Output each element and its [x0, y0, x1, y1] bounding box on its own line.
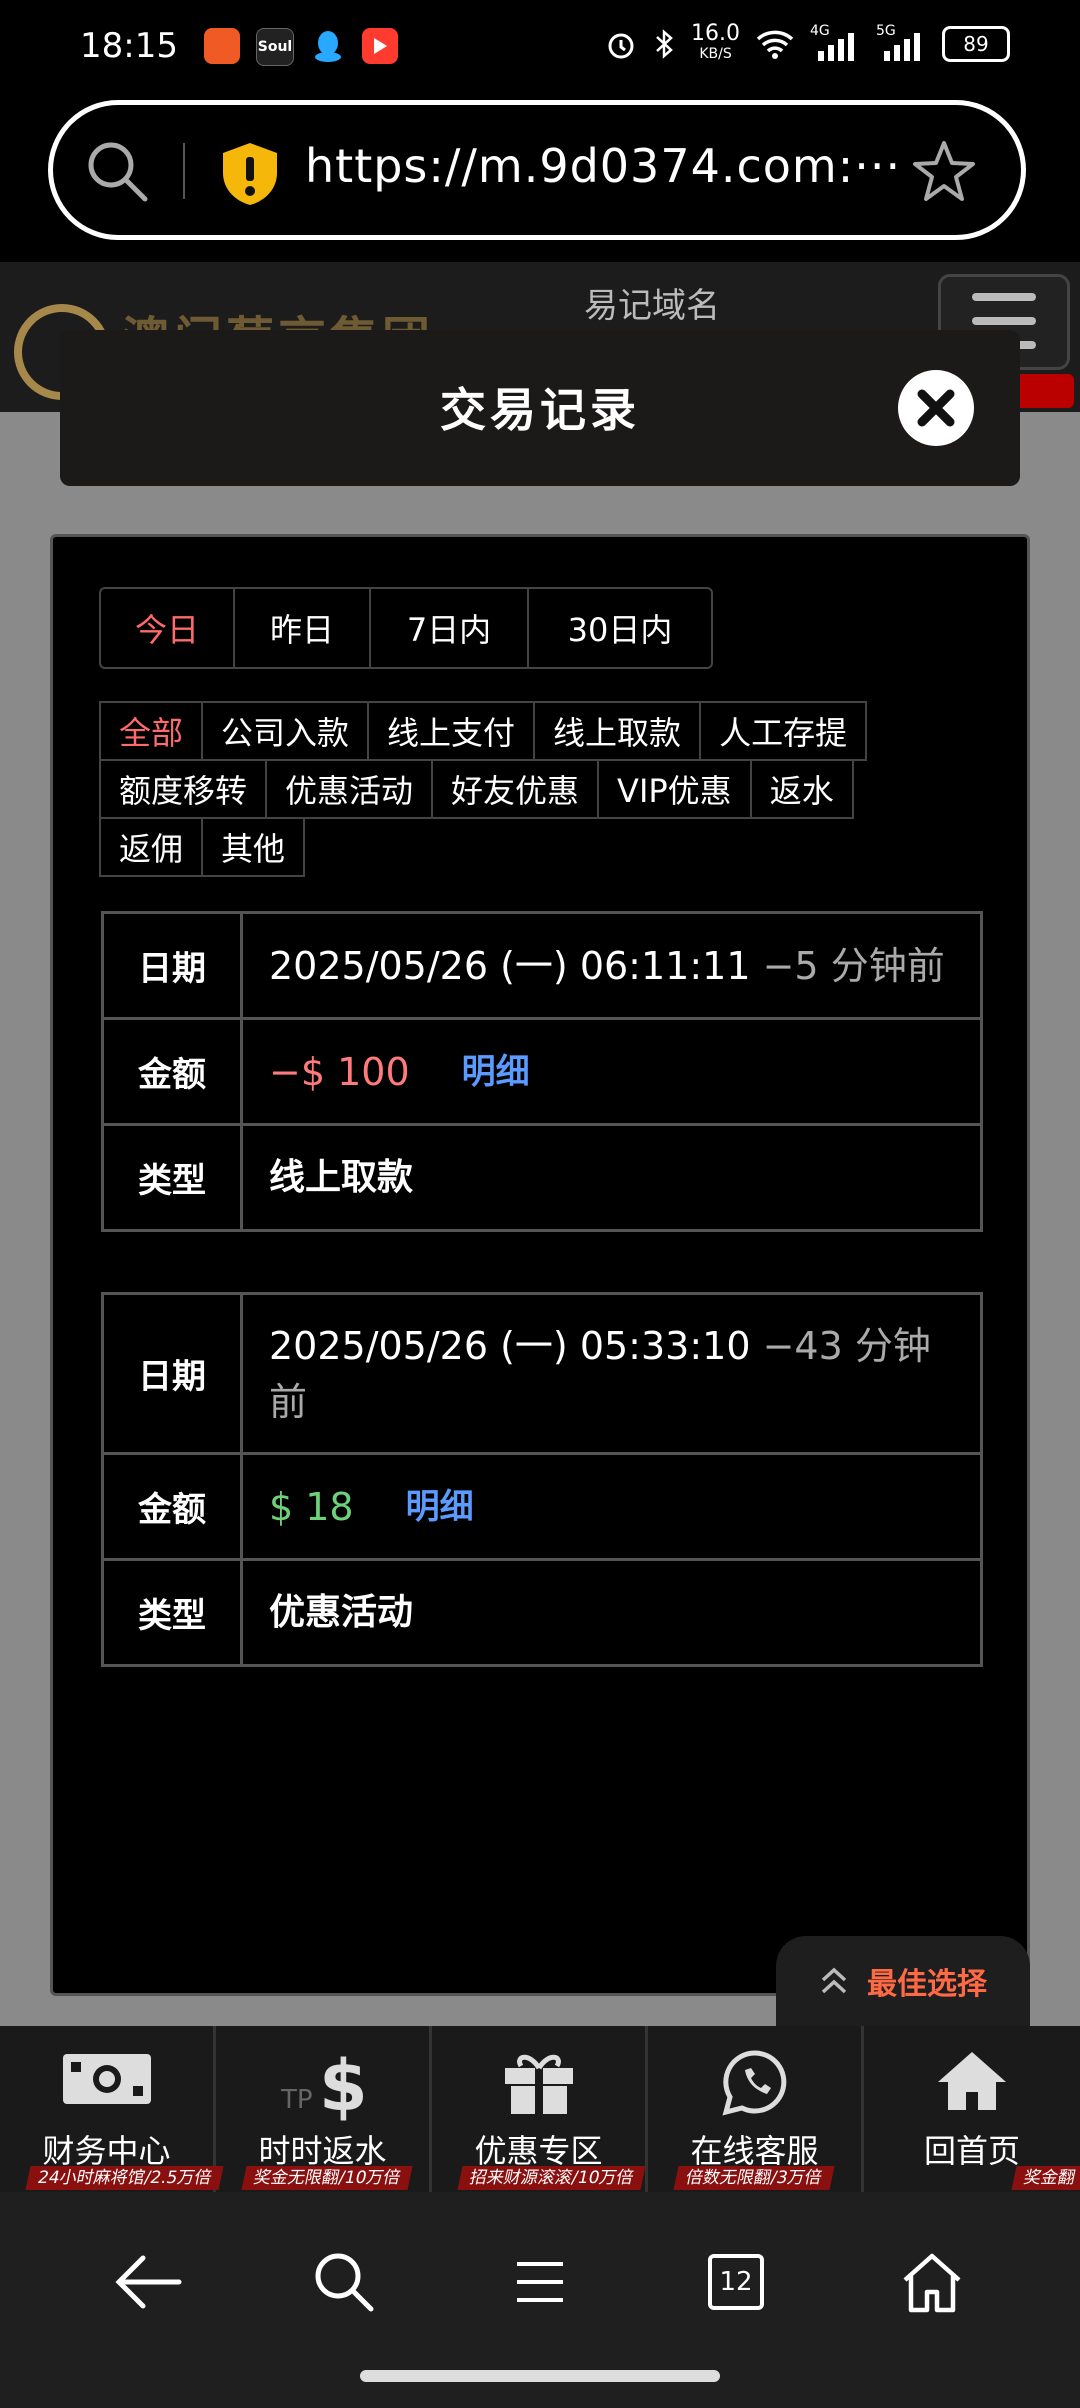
date-label: 日期 — [104, 1295, 243, 1452]
svg-text:TP: TP — [280, 2085, 313, 2115]
detail-link[interactable]: 明细 — [406, 1479, 474, 1535]
gift-icon — [432, 2048, 645, 2116]
tabs-icon: 12 — [708, 2254, 764, 2310]
security-warning-icon[interactable] — [219, 141, 281, 207]
domain-label[interactable]: 易记域名 — [584, 278, 720, 327]
category-online-payment[interactable]: 线上支付 — [367, 701, 536, 761]
dollar-icon: TP $ — [216, 2048, 429, 2122]
category-rebate[interactable]: 返水 — [749, 759, 854, 819]
amount-value: −$ 100 明细 — [243, 1020, 980, 1123]
nav-promotions[interactable]: 优惠专区 招来财源滚滚/10万倍 — [432, 2026, 648, 2192]
category-promotion[interactable]: 优惠活动 — [265, 759, 434, 819]
bluetooth-icon — [656, 29, 673, 59]
whatsapp-icon — [648, 2048, 861, 2118]
tab-30-days[interactable]: 30日内 — [529, 589, 711, 667]
signal-4g-icon: 4G — [810, 23, 860, 61]
tab-7-days[interactable]: 7日内 — [371, 589, 529, 667]
type-label: 类型 — [104, 1561, 243, 1664]
close-button[interactable] — [898, 370, 974, 446]
alarm-icon — [608, 33, 634, 59]
category-friend-bonus[interactable]: 好友优惠 — [431, 759, 600, 819]
search-button[interactable] — [304, 2242, 384, 2322]
site-bottom-nav: 财务中心 24小时麻将馆/2.5万倍 TP $ 时时返水 奖金无限翻/10万倍 优… — [0, 2026, 1080, 2192]
battery-indicator: 89 — [942, 26, 1010, 62]
tabs-button[interactable]: 12 — [696, 2242, 776, 2322]
url-text[interactable]: https://m.9d0374.com:··· — [305, 139, 901, 193]
menu-icon — [517, 2262, 563, 2302]
home-icon — [903, 2253, 961, 2313]
qq-icon — [310, 28, 346, 64]
modal-title: 交易记录 — [440, 383, 640, 437]
clock: 18:15 — [80, 26, 178, 66]
modal-header: 交易记录 — [60, 330, 1020, 486]
system-icons: 16.0 KB/S 4G 5G 89 — [605, 21, 1010, 64]
soul-app-icon: Soul — [256, 28, 294, 66]
category-other[interactable]: 其他 — [201, 817, 306, 877]
bookmark-star-icon[interactable] — [911, 139, 977, 205]
category-commission[interactable]: 返佣 — [99, 817, 204, 877]
category-all[interactable]: 全部 — [99, 701, 204, 761]
category-vip-bonus[interactable]: VIP优惠 — [597, 759, 752, 819]
home-icon — [864, 2048, 1080, 2114]
date-value: 2025/05/26 (一) 05:33:10 −43 分钟前 — [269, 1323, 931, 1424]
type-value: 优惠活动 — [269, 1591, 414, 1633]
address-bar[interactable]: https://m.9d0374.com:··· — [48, 100, 1026, 240]
nav-rebate[interactable]: TP $ 时时返水 奖金无限翻/10万倍 — [216, 2026, 432, 2192]
best-choice-button[interactable]: 最佳选择 — [776, 1936, 1030, 2026]
detail-link[interactable]: 明细 — [462, 1044, 530, 1100]
home-button[interactable] — [892, 2242, 972, 2322]
date-value: 2025/05/26 (一) 06:11:11 −5 分钟前 — [269, 943, 945, 988]
back-button[interactable] — [108, 2242, 188, 2322]
net-speed: 16.0 KB/S — [691, 21, 740, 63]
menu-button[interactable] — [500, 2242, 580, 2322]
transaction-record: 日期 2025/05/26 (一) 06:11:11 −5 分钟前 金额 −$ … — [101, 911, 983, 1232]
tab-today[interactable]: 今日 — [101, 589, 235, 667]
amount-label: 金额 — [104, 1455, 243, 1558]
date-label: 日期 — [104, 914, 243, 1017]
gesture-bar[interactable] — [360, 2370, 720, 2382]
transaction-panel: 今日 昨日 7日内 30日内 全部 公司入款 线上支付 线上取款 人工存提 额度… — [50, 534, 1030, 1996]
video-app-icon — [362, 28, 398, 64]
app-notification-icon — [204, 28, 240, 64]
category-online-withdraw[interactable]: 线上取款 — [533, 701, 702, 761]
amount-value: $ 18 明细 — [243, 1455, 980, 1558]
nav-finance-center[interactable]: 财务中心 24小时麻将馆/2.5万倍 — [0, 2026, 224, 2192]
arrow-left-icon — [115, 2255, 182, 2309]
divider — [183, 143, 185, 199]
signal-5g-icon: 5G — [876, 23, 926, 61]
double-chevron-up-icon — [821, 1967, 847, 1994]
notification-icons: Soul — [204, 28, 398, 66]
type-label: 类型 — [104, 1126, 243, 1229]
transaction-record: 日期 2025/05/26 (一) 05:33:10 −43 分钟前 金额 $ … — [101, 1292, 983, 1667]
svg-text:$: $ — [319, 2048, 368, 2122]
close-icon — [917, 389, 955, 427]
amount-label: 金额 — [104, 1020, 243, 1123]
search-icon — [315, 2253, 374, 2312]
category-manual[interactable]: 人工存提 — [699, 701, 868, 761]
wifi-icon — [756, 30, 794, 59]
type-value: 线上取款 — [269, 1156, 414, 1198]
category-transfer[interactable]: 额度移转 — [99, 759, 268, 819]
nav-home[interactable]: 回首页 奖金翻 — [864, 2026, 1080, 2192]
status-bar: 18:15 Soul 16.0 KB/S 4G 5G 89 — [0, 0, 1080, 96]
nav-customer-service[interactable]: 在线客服 倍数无限翻/3万倍 — [648, 2026, 864, 2192]
category-filters: 全部 公司入款 线上支付 线上取款 人工存提 额度移转 优惠活动 好友优惠 VI… — [99, 701, 959, 877]
date-filter-tabs: 今日 昨日 7日内 30日内 — [99, 587, 713, 669]
category-company-deposit[interactable]: 公司入款 — [201, 701, 370, 761]
tab-yesterday[interactable]: 昨日 — [235, 589, 371, 667]
cash-icon — [0, 2048, 213, 2108]
search-icon[interactable] — [83, 137, 153, 207]
